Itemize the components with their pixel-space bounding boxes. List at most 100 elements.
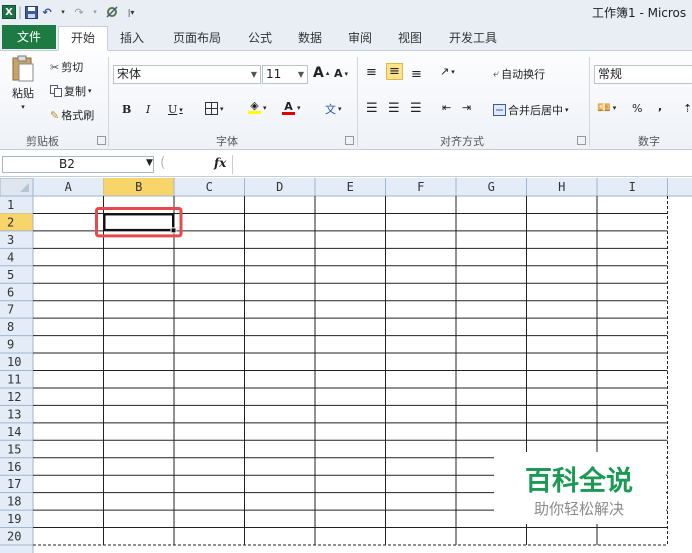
grow-font-button[interactable]: A ▴: [313, 65, 329, 81]
align-top-button[interactable]: ≡: [366, 65, 377, 80]
tab-insert[interactable]: 插入: [112, 27, 152, 50]
qat-more-icon[interactable]: |▾: [124, 5, 138, 19]
cut-button[interactable]: ✂ 剪切: [50, 59, 83, 75]
column-header-c[interactable]: C: [206, 180, 213, 194]
row-header-14[interactable]: 14: [7, 425, 21, 439]
accounting-format-button[interactable]: 💴 ▾: [597, 101, 616, 114]
italic-icon: I: [146, 103, 151, 116]
font-name-select[interactable]: 宋体 ▼: [113, 65, 261, 84]
number-format-select[interactable]: 常规: [594, 65, 692, 84]
font-size-select[interactable]: 11 ▼: [262, 65, 308, 84]
row-header-4[interactable]: 4: [7, 250, 14, 264]
copy-button[interactable]: 复制 ▾: [50, 83, 92, 99]
row-header-6[interactable]: 6: [7, 285, 14, 299]
percent-icon: %: [632, 102, 643, 115]
comma-style-button[interactable]: ,: [658, 100, 662, 113]
align-left-button[interactable]: ☰: [366, 101, 378, 116]
customize-icon[interactable]: [104, 5, 122, 19]
decrease-indent-icon: ⇤: [442, 101, 452, 114]
paste-dropdown-icon: ▾: [21, 103, 25, 111]
tab-developer[interactable]: 开发工具: [444, 27, 502, 50]
tab-review[interactable]: 审阅: [340, 27, 380, 50]
column-header-g[interactable]: G: [488, 180, 495, 194]
align-right-button[interactable]: ☰: [410, 101, 422, 116]
name-box[interactable]: B2 ▼: [2, 156, 154, 173]
fill-color-button[interactable]: ◈ ▾: [248, 100, 267, 114]
redo-dropdown-icon[interactable]: ▾: [88, 5, 102, 19]
chevron-down-icon: ▾: [220, 104, 224, 113]
shrink-font-button[interactable]: A ▾: [334, 67, 348, 80]
increase-indent-button[interactable]: ⇥: [462, 101, 471, 114]
column-header-h[interactable]: H: [558, 180, 565, 194]
column-header-e[interactable]: E: [347, 180, 354, 194]
bold-button[interactable]: B: [122, 103, 131, 116]
align-middle-icon: ≡: [389, 64, 400, 79]
orientation-button[interactable]: ↗ ▾: [440, 65, 455, 78]
fx-icon[interactable]: fx: [214, 156, 226, 170]
align-middle-button[interactable]: ≡: [386, 63, 403, 80]
row-header-9[interactable]: 9: [7, 338, 14, 352]
comma-icon: ,: [658, 100, 663, 113]
shrink-font-icon: A: [334, 67, 343, 80]
row-header-16[interactable]: 16: [7, 460, 21, 474]
excel-logo-icon[interactable]: X: [2, 5, 16, 19]
underline-button[interactable]: U ▾: [168, 103, 183, 116]
row-header-18[interactable]: 18: [7, 495, 21, 509]
row-header-10[interactable]: 10: [7, 355, 21, 369]
cut-label: 剪切: [61, 61, 84, 74]
row-header-11[interactable]: 11: [7, 373, 21, 387]
redo-icon[interactable]: ↷: [72, 5, 86, 19]
row-header-1[interactable]: 1: [7, 198, 14, 212]
font-color-button[interactable]: A ▾: [282, 101, 301, 115]
italic-button[interactable]: I: [146, 103, 150, 116]
row-header-20[interactable]: 20: [7, 530, 21, 544]
row-header-17[interactable]: 17: [7, 477, 21, 491]
paste-button[interactable]: 粘贴 ▾: [6, 55, 40, 111]
formula-input[interactable]: [232, 155, 692, 174]
row-header-3[interactable]: 3: [7, 233, 14, 247]
merge-center-label: 合并后居中: [508, 104, 563, 117]
row-header-5[interactable]: 5: [7, 268, 14, 282]
fill-handle[interactable]: [170, 227, 177, 234]
tab-formulas[interactable]: 公式: [240, 27, 280, 50]
worksheet-grid[interactable]: A B C D E F G H I1234567891011121314151617181920…: [0, 178, 692, 553]
align-right-icon: ☰: [410, 101, 422, 116]
ribbon: 粘贴 ▾ ✂ 剪切 复制 ▾ ✎ 格式刷 剪贴板 宋体 ▼ 11 ▼ A ▴ A ▾…: [0, 51, 692, 150]
row-header-15[interactable]: 15: [7, 442, 21, 456]
decrease-indent-button[interactable]: ⇤: [442, 101, 451, 114]
align-bottom-button[interactable]: ≡: [411, 67, 422, 82]
phonetic-button[interactable]: 文 ▾: [325, 101, 342, 117]
font-launcher-icon[interactable]: [345, 136, 354, 145]
tab-data[interactable]: 数据: [290, 27, 330, 50]
tab-file[interactable]: 文件: [2, 25, 56, 49]
column-header-d[interactable]: D: [276, 180, 283, 194]
row-header-7[interactable]: 7: [7, 303, 14, 317]
row-header-2[interactable]: 2: [7, 215, 14, 229]
save-icon[interactable]: [24, 5, 38, 19]
undo-icon[interactable]: ↶: [40, 5, 54, 19]
row-header-19[interactable]: 19: [7, 512, 21, 526]
row-header-8[interactable]: 8: [7, 320, 14, 334]
increase-decimal-button[interactable]: ⇡: [683, 102, 692, 115]
row-header-13[interactable]: 13: [7, 407, 21, 421]
wrap-text-button[interactable]: ⤶ 自动换行: [493, 66, 545, 82]
row-header-12[interactable]: 12: [7, 390, 21, 404]
clipboard-launcher-icon[interactable]: [97, 136, 106, 145]
format-painter-button[interactable]: ✎ 格式刷: [50, 107, 94, 123]
tab-view[interactable]: 视图: [390, 27, 430, 50]
percent-button[interactable]: %: [632, 102, 642, 115]
alignment-launcher-icon[interactable]: [577, 136, 586, 145]
column-header-i[interactable]: I: [629, 180, 636, 194]
paste-label: 粘贴: [12, 87, 34, 100]
column-header-a[interactable]: A: [65, 180, 73, 194]
column-header-b[interactable]: B: [135, 180, 142, 194]
align-center-button[interactable]: ☰: [388, 101, 400, 116]
wrap-text-icon: ⤶: [493, 67, 500, 80]
undo-dropdown-icon[interactable]: ▾: [56, 5, 70, 19]
tab-home[interactable]: 开始: [58, 26, 108, 51]
column-header-f[interactable]: F: [417, 180, 424, 194]
copy-icon: [50, 85, 62, 97]
borders-button[interactable]: ▾: [205, 102, 224, 115]
tab-page-layout[interactable]: 页面布局: [162, 27, 232, 50]
merge-center-button[interactable]: 合并后居中 ▾: [493, 102, 569, 118]
